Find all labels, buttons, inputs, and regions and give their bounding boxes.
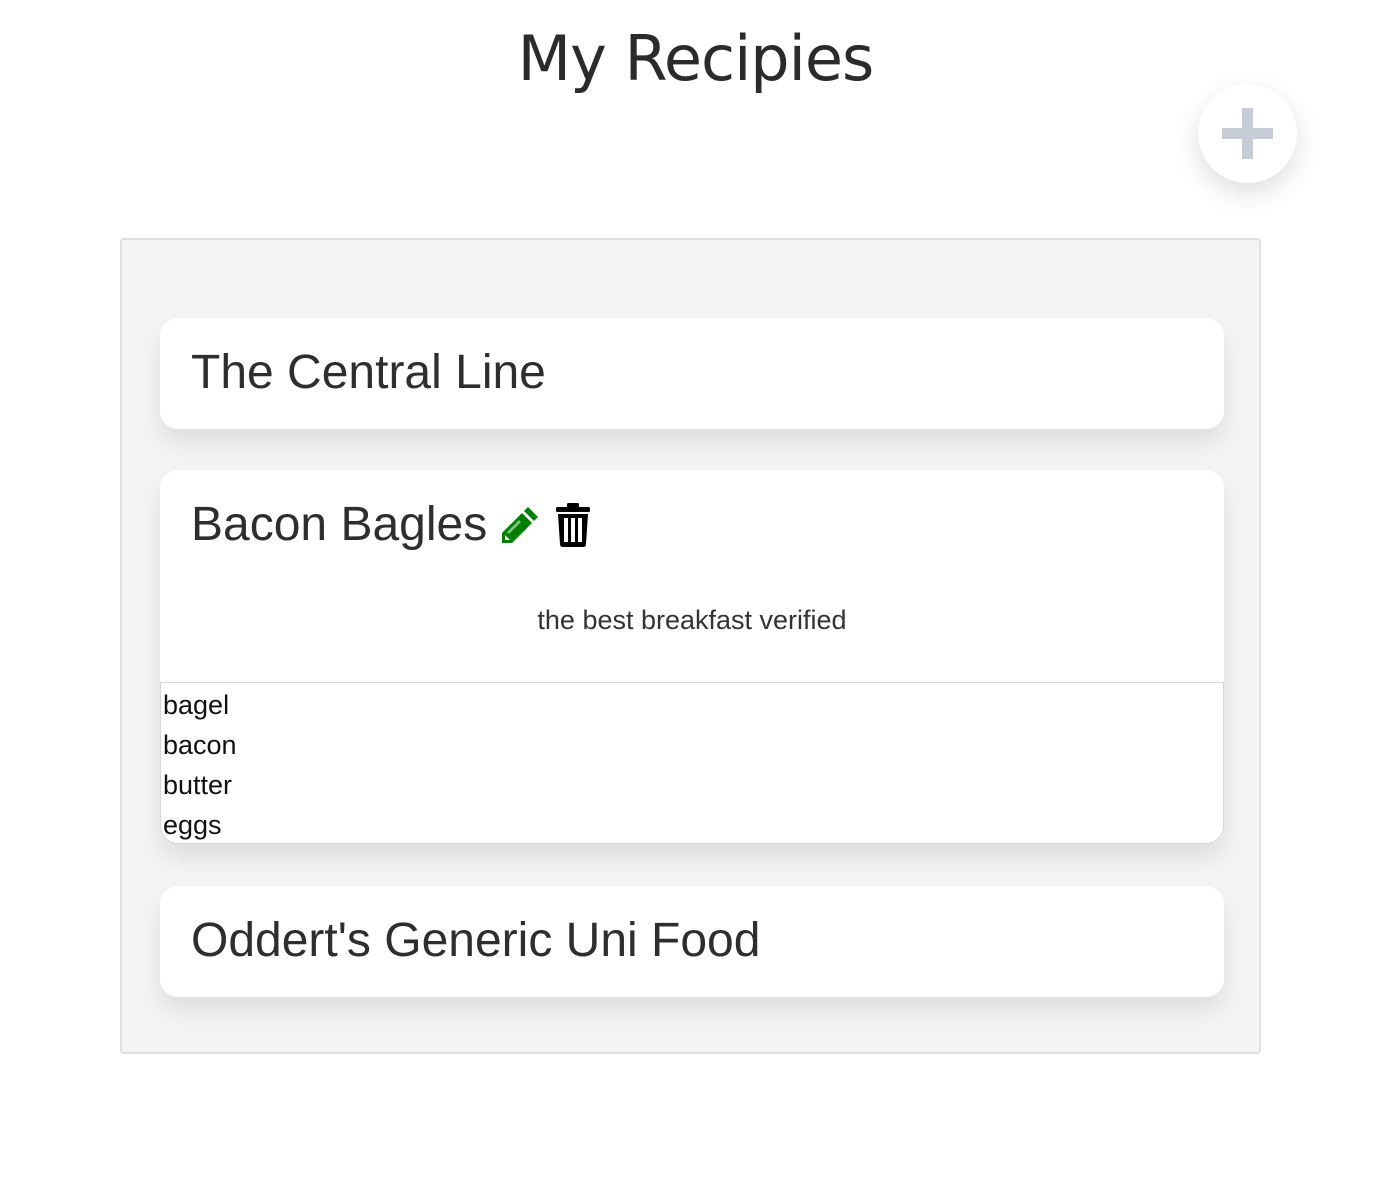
- ingredient-item: butter: [163, 770, 233, 800]
- trash-icon: [556, 503, 591, 547]
- recipe-title-text: Bacon Bagles: [191, 498, 488, 551]
- recipe-list-panel: The Central Line Bacon Bagles the best b…: [120, 238, 1261, 1054]
- ingredient-item: eggs: [163, 810, 222, 840]
- ingredient-item: bacon: [163, 730, 237, 760]
- recipe-description: the best breakfast verified: [537, 605, 847, 635]
- recipe-title[interactable]: Bacon Bagles: [191, 498, 591, 552]
- ingredient-item: bagel: [163, 690, 230, 720]
- add-recipe-button[interactable]: [1198, 84, 1297, 183]
- page-title: My Recipies: [517, 22, 875, 95]
- recipe-title[interactable]: The Central Line: [191, 346, 546, 400]
- page: My Recipies The Central Line Bacon Bagle…: [0, 0, 1391, 1180]
- pencil-icon: [502, 507, 539, 543]
- recipe-title[interactable]: Oddert's Generic Uni Food: [191, 914, 760, 968]
- recipe-card[interactable]: The Central Line: [160, 318, 1224, 429]
- edit-recipe-button[interactable]: [499, 504, 541, 546]
- recipe-title-text: The Central Line: [191, 346, 546, 399]
- recipe-title-text: Oddert's Generic Uni Food: [191, 914, 761, 967]
- ingredient-list: bagel bacon butter eggs: [160, 682, 1224, 844]
- plus-icon: [1222, 108, 1273, 159]
- recipe-card[interactable]: Oddert's Generic Uni Food: [160, 886, 1224, 997]
- recipe-card-expanded[interactable]: Bacon Bagles the best breakfast verified…: [160, 470, 1224, 844]
- delete-recipe-button[interactable]: [555, 503, 591, 547]
